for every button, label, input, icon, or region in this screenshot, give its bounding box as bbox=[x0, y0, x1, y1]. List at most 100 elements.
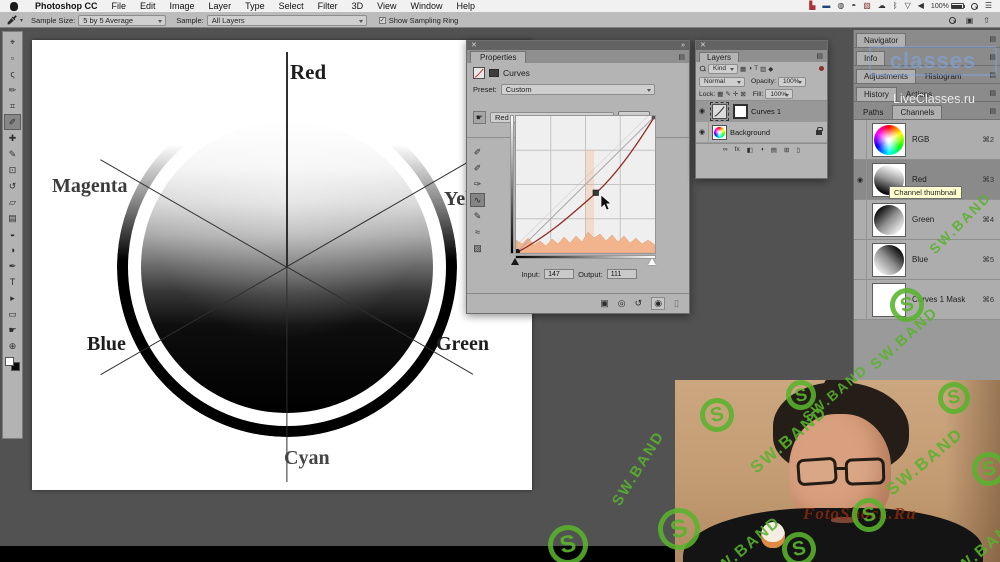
background-layer-thumbnail[interactable] bbox=[712, 125, 727, 140]
zoom-tool[interactable]: ⊕ bbox=[4, 338, 21, 354]
cloud-status-icon[interactable]: ☁ bbox=[878, 2, 886, 10]
channel-visibility-cell[interactable] bbox=[854, 120, 867, 159]
sample-select[interactable]: All Layers bbox=[207, 15, 367, 26]
hand-tool[interactable]: ☛ bbox=[4, 322, 21, 338]
blur-tool[interactable]: ◒ bbox=[4, 226, 21, 242]
menu-item-view[interactable]: View bbox=[370, 1, 403, 11]
text-status-icon[interactable]: ▧ bbox=[863, 2, 871, 10]
layer-name[interactable]: Curves 1 bbox=[751, 107, 781, 116]
type-tool[interactable]: T bbox=[4, 274, 21, 290]
volume-status-icon[interactable]: ◀ bbox=[918, 2, 924, 10]
channel-visibility-cell[interactable] bbox=[854, 200, 867, 239]
tab-history[interactable]: History bbox=[856, 87, 897, 101]
new-adjustment-layer-icon[interactable]: ◑ bbox=[760, 146, 764, 153]
white-point-slider[interactable] bbox=[648, 258, 656, 265]
layer-visibility-eye-icon[interactable]: ◉ bbox=[696, 101, 709, 121]
visibility-icon[interactable]: ◉ bbox=[651, 297, 665, 310]
lock-transparent-icon[interactable]: ▦ bbox=[717, 90, 723, 98]
chart-status-icon[interactable]: ▙ bbox=[809, 2, 815, 10]
layer-row-background[interactable]: ◉ Background bbox=[696, 122, 827, 143]
layer-name[interactable]: Background bbox=[730, 128, 770, 137]
filter-adjustment-layers-icon[interactable]: ◑ bbox=[748, 65, 752, 72]
tab-navigator[interactable]: Navigator bbox=[856, 33, 906, 47]
black-point-eyedropper[interactable]: ✐ bbox=[470, 145, 485, 159]
menu-item-layer[interactable]: Layer bbox=[202, 1, 239, 11]
close-icon[interactable]: ✕ bbox=[471, 42, 477, 49]
eyedropper-tool[interactable]: ✐ bbox=[4, 114, 21, 130]
layer-visibility-eye-icon[interactable]: ◉ bbox=[696, 122, 709, 142]
tab-properties[interactable]: Properties bbox=[470, 51, 526, 63]
output-field[interactable]: 111 bbox=[607, 269, 637, 279]
filter-shape-layers-icon[interactable]: ▥ bbox=[760, 65, 766, 73]
add-layer-mask-icon[interactable]: ◧ bbox=[747, 146, 753, 154]
drive-status-icon[interactable]: ◓ bbox=[851, 2, 856, 10]
menu-item-select[interactable]: Select bbox=[272, 1, 311, 11]
sample-size-select[interactable]: 5 by 5 Average bbox=[78, 15, 166, 26]
collapse-icon[interactable]: » bbox=[681, 42, 685, 49]
layer-row-curves[interactable]: ◉ Curves 1 bbox=[696, 101, 827, 122]
black-point-slider[interactable] bbox=[511, 258, 519, 265]
path-selection-tool[interactable]: ▸ bbox=[4, 290, 21, 306]
menu-list-status-icon[interactable]: ☰ bbox=[985, 2, 992, 10]
delete-layer-icon[interactable]: ▯ bbox=[796, 146, 800, 154]
channel-row-rgb[interactable]: RGB ⌘2 bbox=[854, 120, 1000, 160]
fill-select[interactable]: 100% bbox=[765, 89, 793, 99]
foreground-color-swatch[interactable] bbox=[5, 357, 14, 366]
curves-graph[interactable] bbox=[515, 115, 656, 254]
display-status-icon[interactable]: ▬ bbox=[822, 2, 830, 10]
reset-adjustment-icon[interactable]: ↺ bbox=[635, 298, 643, 309]
lock-all-icon[interactable]: ⊠ bbox=[740, 90, 745, 98]
edit-points-tool[interactable]: ∿ bbox=[470, 193, 485, 207]
channel-visibility-eye-icon[interactable]: ◉ bbox=[854, 160, 867, 199]
filter-type-layers-icon[interactable]: T bbox=[754, 65, 758, 72]
panel-menu-icon[interactable]: ▤ bbox=[989, 53, 996, 61]
panel-menu-icon[interactable]: ▤ bbox=[989, 35, 996, 43]
filter-kind-select[interactable]: Kind bbox=[708, 64, 738, 74]
tab-histogram[interactable]: Histogram bbox=[918, 70, 968, 83]
tab-actions[interactable]: Actions bbox=[899, 88, 939, 101]
filter-smart-objects-icon[interactable]: ◆ bbox=[768, 65, 773, 73]
link-layers-icon[interactable]: ∞ bbox=[723, 146, 728, 153]
brush-tool[interactable]: ✎ bbox=[4, 146, 21, 162]
document-canvas[interactable]: Red Magenta Yellow Blue Green Cyan bbox=[32, 40, 532, 490]
menu-item-photoshop[interactable]: Photoshop CC bbox=[28, 1, 105, 11]
dodge-tool[interactable]: ◑ bbox=[4, 242, 21, 258]
clip-to-layer-icon[interactable]: ▣ bbox=[600, 298, 609, 309]
clone-stamp-tool[interactable]: ⊡ bbox=[4, 162, 21, 178]
panel-menu-icon[interactable]: ▤ bbox=[678, 53, 685, 61]
draw-curve-tool[interactable]: ✎ bbox=[470, 209, 485, 223]
lasso-tool[interactable]: ς bbox=[4, 66, 21, 82]
search-icon[interactable] bbox=[949, 17, 956, 24]
rgb-channel-thumbnail[interactable] bbox=[872, 123, 906, 157]
opacity-select[interactable]: 100% bbox=[778, 77, 806, 87]
menu-item-edit[interactable]: Edit bbox=[133, 1, 163, 11]
share-icon[interactable]: ⇧ bbox=[983, 16, 990, 25]
panel-menu-icon[interactable]: ▤ bbox=[989, 89, 996, 97]
app-status-icon[interactable]: ◍ bbox=[837, 2, 844, 10]
spotlight-search-icon[interactable] bbox=[971, 3, 978, 10]
tab-paths[interactable]: Paths bbox=[856, 106, 890, 119]
wifi-status-icon[interactable]: ▽ bbox=[905, 2, 911, 10]
smooth-curve-button[interactable]: ≈ bbox=[470, 225, 485, 239]
menu-item-3d[interactable]: 3D bbox=[345, 1, 371, 11]
menu-item-window[interactable]: Window bbox=[403, 1, 449, 11]
new-layer-icon[interactable]: ⊞ bbox=[784, 146, 789, 154]
filter-pixel-layers-icon[interactable]: ▦ bbox=[740, 65, 746, 73]
filter-toggle-icon[interactable] bbox=[819, 66, 824, 71]
new-group-icon[interactable]: ▤ bbox=[771, 146, 777, 154]
workspace-switcher-icon[interactable]: ▣ bbox=[966, 16, 974, 25]
curves-mask-thumbnail[interactable] bbox=[872, 283, 906, 317]
layer-mask-thumbnail[interactable] bbox=[733, 104, 748, 119]
tab-channels[interactable]: Channels bbox=[892, 105, 942, 119]
curves-layer-thumbnail[interactable] bbox=[712, 104, 727, 119]
battery-indicator[interactable]: 100% bbox=[931, 3, 964, 10]
blend-mode-select[interactable]: Normal bbox=[699, 77, 745, 87]
marquee-tool[interactable]: ▫ bbox=[4, 50, 21, 66]
menu-item-image[interactable]: Image bbox=[163, 1, 202, 11]
active-tool-badge[interactable]: ▾ bbox=[6, 14, 23, 26]
channel-visibility-cell[interactable] bbox=[854, 280, 867, 319]
channel-row-blue[interactable]: Blue ⌘5 bbox=[854, 240, 1000, 280]
curve-display-options[interactable]: ▨ bbox=[470, 241, 485, 255]
gradient-tool[interactable]: ▤ bbox=[4, 210, 21, 226]
preset-select[interactable]: Custom bbox=[501, 84, 655, 95]
